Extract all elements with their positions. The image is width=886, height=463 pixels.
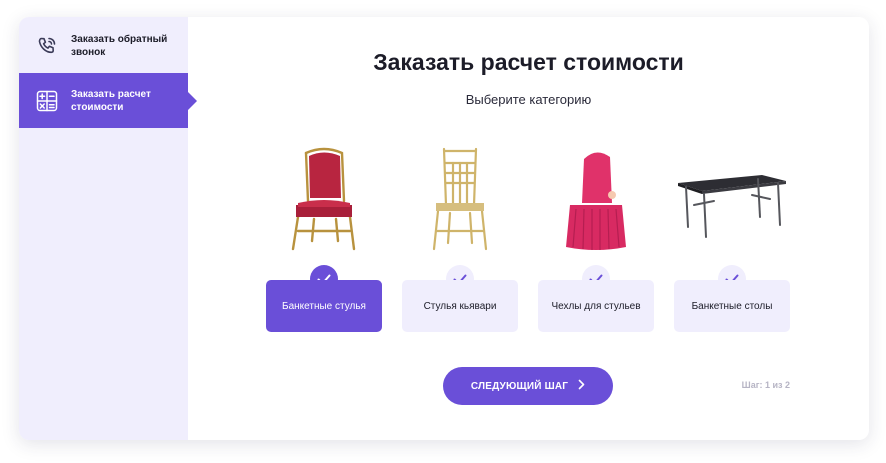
category-label: Чехлы для стульев xyxy=(538,280,654,332)
page-subtitle: Выберите категорию xyxy=(465,92,592,107)
order-card: Заказать обратный звонок Заказать расчет… xyxy=(19,17,869,440)
phone-call-icon xyxy=(36,35,58,57)
category-chair-covers[interactable]: Чехлы для стульев xyxy=(538,145,654,333)
sidebar-item-cost-calc[interactable]: Заказать расчет стоимости xyxy=(19,73,197,128)
page-title: Заказать расчет стоимости xyxy=(373,49,684,75)
step-indicator: Шаг: 1 из 2 xyxy=(741,380,790,390)
next-step-button[interactable]: СЛЕДУЮЩИЙ ШАГ xyxy=(443,367,613,405)
category-label: Банкетные стулья xyxy=(266,280,382,332)
banquet-table-image xyxy=(674,145,790,255)
chair-cover-image xyxy=(538,145,654,255)
banquet-chair-image xyxy=(266,145,382,255)
category-chiavari-chairs[interactable]: Стулья кьявари xyxy=(402,145,518,333)
sidebar-item-label: Заказать обратный звонок xyxy=(71,33,168,58)
chevron-right-icon xyxy=(578,379,585,393)
category-banquet-tables[interactable]: Банкетные столы xyxy=(674,145,790,333)
category-label: Банкетные столы xyxy=(674,280,790,332)
chiavari-chair-image xyxy=(402,145,518,255)
sidebar: Заказать обратный звонок Заказать расчет… xyxy=(19,17,197,440)
calculator-icon xyxy=(36,90,58,112)
main-panel: Заказать расчет стоимости Выберите катег… xyxy=(188,17,869,440)
sidebar-item-callback[interactable]: Заказать обратный звонок xyxy=(19,18,188,73)
next-step-label: СЛЕДУЮЩИЙ ШАГ xyxy=(470,380,569,392)
category-banquet-chairs[interactable]: Банкетные стулья xyxy=(266,145,382,333)
sidebar-item-label: Заказать расчет стоимости xyxy=(71,88,151,113)
category-label: Стулья кьявари xyxy=(402,280,518,332)
